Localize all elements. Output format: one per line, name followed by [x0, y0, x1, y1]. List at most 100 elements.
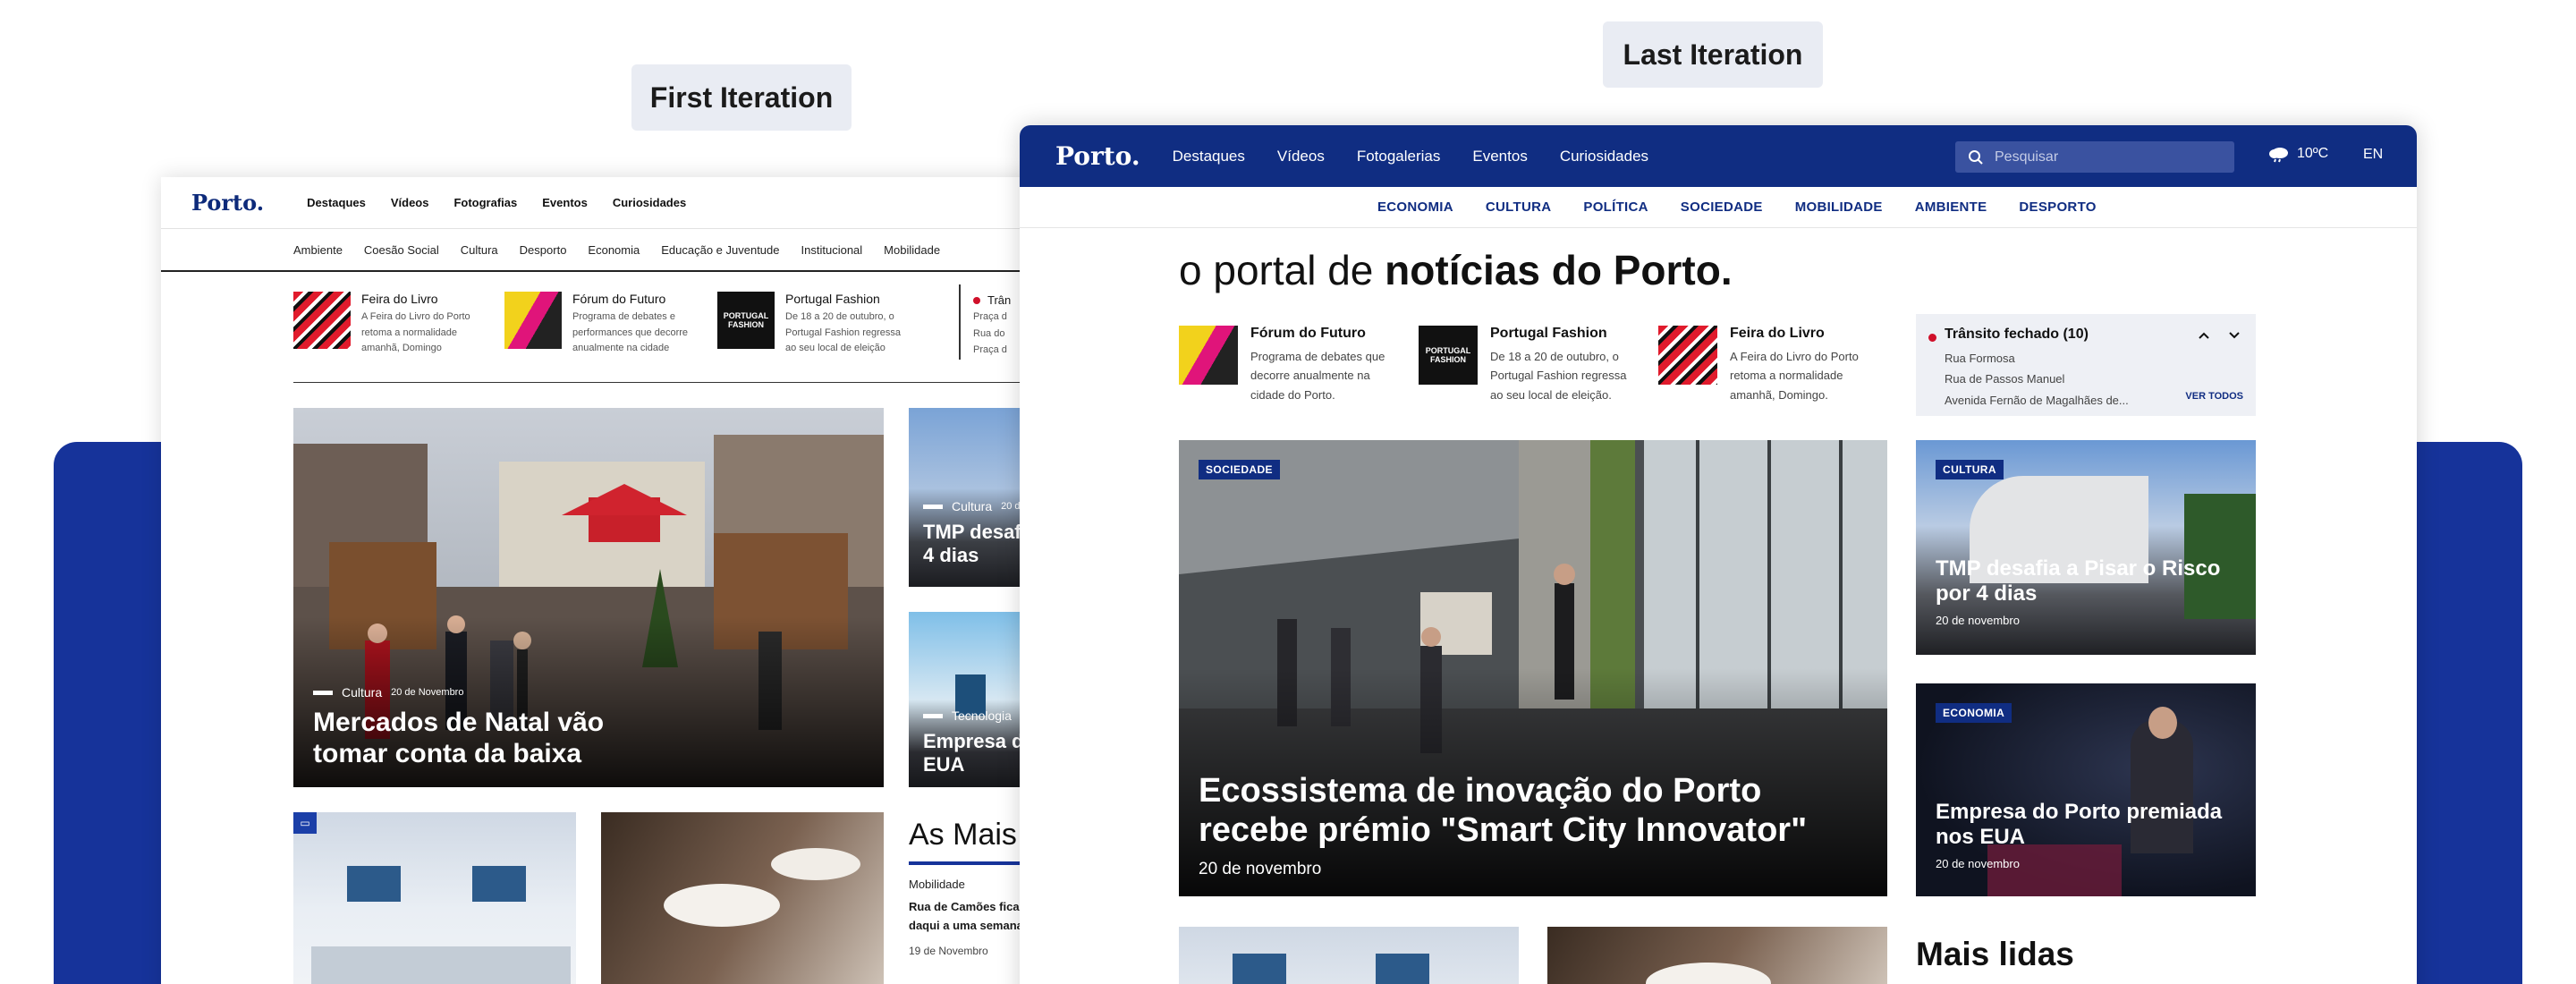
last-card2-caption: Empresa do Porto premiada nos EUA 20 de … [1936, 800, 2240, 870]
last-cat-sociedade[interactable]: SOCIEDADE [1681, 199, 1763, 215]
last-nav-fotogalerias[interactable]: Fotogalerias [1357, 148, 1441, 165]
first-cat-cultura[interactable]: Cultura [461, 243, 498, 257]
first-top-bar: Porto. Destaques Vídeos Fotografias Even… [161, 177, 1055, 229]
first-cat-mobilidade[interactable]: Mobilidade [884, 243, 940, 257]
last-cat-economia[interactable]: ECONOMIA [1377, 199, 1453, 215]
alert-dot-icon [1928, 334, 1936, 342]
first-ticker-desc: Programa de debates e performances que d… [572, 311, 689, 354]
forum-futuro-thumbnail [1179, 326, 1238, 385]
last-thumb-food[interactable] [1547, 927, 1887, 984]
showcase-canvas: First Iteration Last Iteration Porto. De… [0, 0, 2576, 984]
last-iteration-label: Last Iteration [1603, 21, 1823, 88]
last-cat-desporto[interactable]: DESPORTO [2019, 199, 2096, 215]
first-cat-desporto[interactable]: Desporto [520, 243, 567, 257]
last-cat-ambiente[interactable]: AMBIENTE [1915, 199, 1987, 215]
card2-category-badge[interactable]: ECONOMIA [1936, 703, 2012, 723]
last-card1-title: TMP desafia a Pisar o Risco por 4 dias [1936, 556, 2221, 607]
first-cat-economia[interactable]: Economia [588, 243, 640, 257]
last-card-empresa[interactable]: ECONOMIA Empresa do Porto premiada nos E… [1916, 683, 2256, 896]
first-cat-ambiente[interactable]: Ambiente [293, 243, 343, 257]
last-card1-date: 20 de novembro [1936, 614, 2020, 628]
last-card2-date: 20 de novembro [1936, 857, 2020, 871]
last-card-tmp[interactable]: CULTURA TMP desafia a Pisar o Risco por … [1916, 440, 2256, 655]
video-icon: ▭ [293, 812, 317, 834]
first-nav-fotografias[interactable]: Fotografias [453, 196, 517, 209]
last-hero-caption: Ecossistema de inovação do Porto recebe … [1199, 771, 1825, 879]
first-traffic-cut[interactable]: Trân Praça d Rua do Praça d [973, 293, 1011, 359]
meeting-photo [1179, 927, 1519, 984]
first-iteration-window: Porto. Destaques Vídeos Fotografias Even… [161, 177, 1055, 984]
ver-todos-link[interactable]: VER TODOS [2185, 391, 2243, 402]
last-news-desc: A Feira do Livro do Porto retoma a norma… [1730, 350, 1859, 402]
last-news-title: Feira do Livro [1730, 326, 1825, 341]
category-bar [923, 713, 943, 718]
first-thumb-meeting[interactable]: ▭ [293, 812, 576, 984]
screen-shape [347, 866, 401, 902]
traffic-street: Rua Formosa [1945, 352, 2015, 365]
last-thumb-meeting[interactable] [1179, 927, 1519, 984]
first-nav-videos[interactable]: Vídeos [391, 196, 429, 209]
first-hero-card[interactable]: Cultura 20 de Novembro Mercados de Natal … [293, 408, 884, 787]
last-cat-cultura[interactable]: CULTURA [1486, 199, 1551, 215]
first-side1-category: Cultura [952, 499, 993, 513]
last-cat-politica[interactable]: POLÍTICA [1583, 199, 1648, 215]
first-traffic-line: Praça d [973, 311, 1007, 322]
last-hero-card[interactable]: SOCIEDADE Ecossistema de inovação do Por… [1179, 440, 1887, 896]
traffic-widget: Trânsito fechado (10) Rua Formosa Rua de… [1916, 314, 2256, 416]
first-thumb-food[interactable] [601, 812, 884, 984]
first-ticker-desc: A Feira do Livro do Porto retoma a norma… [361, 311, 470, 354]
speaker-head [2148, 707, 2177, 739]
last-card2-title: Empresa do Porto premiada nos EUA [1936, 800, 2223, 850]
first-cat-institucional[interactable]: Institucional [801, 243, 863, 257]
portal-headline: o portal de notícias do Porto. [1179, 246, 1733, 294]
last-main-nav: Destaques Vídeos Fotogalerias Eventos Cu… [1173, 148, 1648, 165]
headline-bold: notícias do Porto. [1385, 247, 1733, 293]
first-ticker-item[interactable]: Fórum do Futuro Programa de debates e per… [504, 292, 698, 357]
search-box[interactable] [1955, 141, 2234, 173]
first-hero-title: Mercados de Natal vão tomar conta da bai… [313, 708, 605, 769]
first-ticker-title: Fórum do Futuro [572, 292, 666, 306]
first-nav-destaques[interactable]: Destaques [307, 196, 366, 209]
temperature: 10ºC [2297, 146, 2329, 161]
first-mais-title[interactable]: Rua de Camões fica daqui a uma semana [909, 898, 1025, 936]
first-hero-category: Cultura [342, 685, 383, 700]
plate-shape [664, 884, 780, 927]
last-nav-curiosidades[interactable]: Curiosidades [1560, 148, 1648, 165]
first-traffic-title: Trân [987, 293, 1012, 307]
last-nav-destaques[interactable]: Destaques [1173, 148, 1245, 165]
last-news-item[interactable]: Fórum do Futuro Programa de debates que d… [1179, 326, 1402, 404]
last-news-item[interactable]: PORTUGAL FASHION Portugal Fashion De 18 a … [1419, 326, 1642, 404]
first-side1-date: 20 d [1001, 501, 1021, 512]
first-ticker-item[interactable]: PORTUGAL FASHION Portugal Fashion De 18 a … [717, 292, 911, 357]
last-cat-mobilidade[interactable]: MOBILIDADE [1795, 199, 1883, 215]
last-nav-eventos[interactable]: Eventos [1472, 148, 1527, 165]
search-input[interactable] [1995, 148, 2209, 165]
language-switch[interactable]: EN [2363, 147, 2383, 163]
last-nav-videos[interactable]: Vídeos [1277, 148, 1325, 165]
first-nav-curiosidades[interactable]: Curiosidades [613, 196, 686, 209]
mais-lidas-heading: Mais lidas [1916, 936, 2074, 972]
chevron-down-icon[interactable] [2225, 327, 2243, 344]
cloud-rain-icon [2269, 148, 2288, 163]
first-logo[interactable]: Porto. [191, 190, 264, 216]
first-hero-caption: Cultura 20 de Novembro Mercados de Natal … [313, 685, 635, 770]
first-cat-coesao-social[interactable]: Coesão Social [364, 243, 439, 257]
traffic-street: Rua de Passos Manuel [1945, 372, 2065, 386]
table-shape [311, 946, 571, 984]
first-side2-category: Tecnologia [952, 708, 1012, 723]
portugal-fashion-thumbnail: PORTUGAL FASHION [1419, 326, 1478, 385]
first-news-ticker: Feira do Livro A Feira do Livro do Porto … [293, 284, 1055, 383]
forum-futuro-thumbnail [504, 292, 562, 349]
chevron-up-icon[interactable] [2195, 327, 2213, 344]
last-news-title: Fórum do Futuro [1250, 326, 1366, 341]
card1-category-badge[interactable]: CULTURA [1936, 460, 2004, 479]
last-news-item[interactable]: Feira do Livro A Feira do Livro do Porto … [1658, 326, 1882, 404]
hero-category-badge[interactable]: SOCIEDADE [1199, 460, 1280, 479]
first-ticker-item[interactable]: Feira do Livro A Feira do Livro do Porto … [293, 292, 487, 357]
last-logo[interactable]: Porto. [1055, 141, 1140, 171]
portugal-fashion-thumbnail: PORTUGAL FASHION [717, 292, 775, 349]
last-hero-date: 20 de novembro [1199, 859, 1322, 878]
first-nav-eventos[interactable]: Eventos [542, 196, 588, 209]
first-cat-educacao[interactable]: Educação e Juventude [661, 243, 779, 257]
last-top-bar: Porto. Destaques Vídeos Fotogalerias Eve… [1020, 125, 2417, 187]
